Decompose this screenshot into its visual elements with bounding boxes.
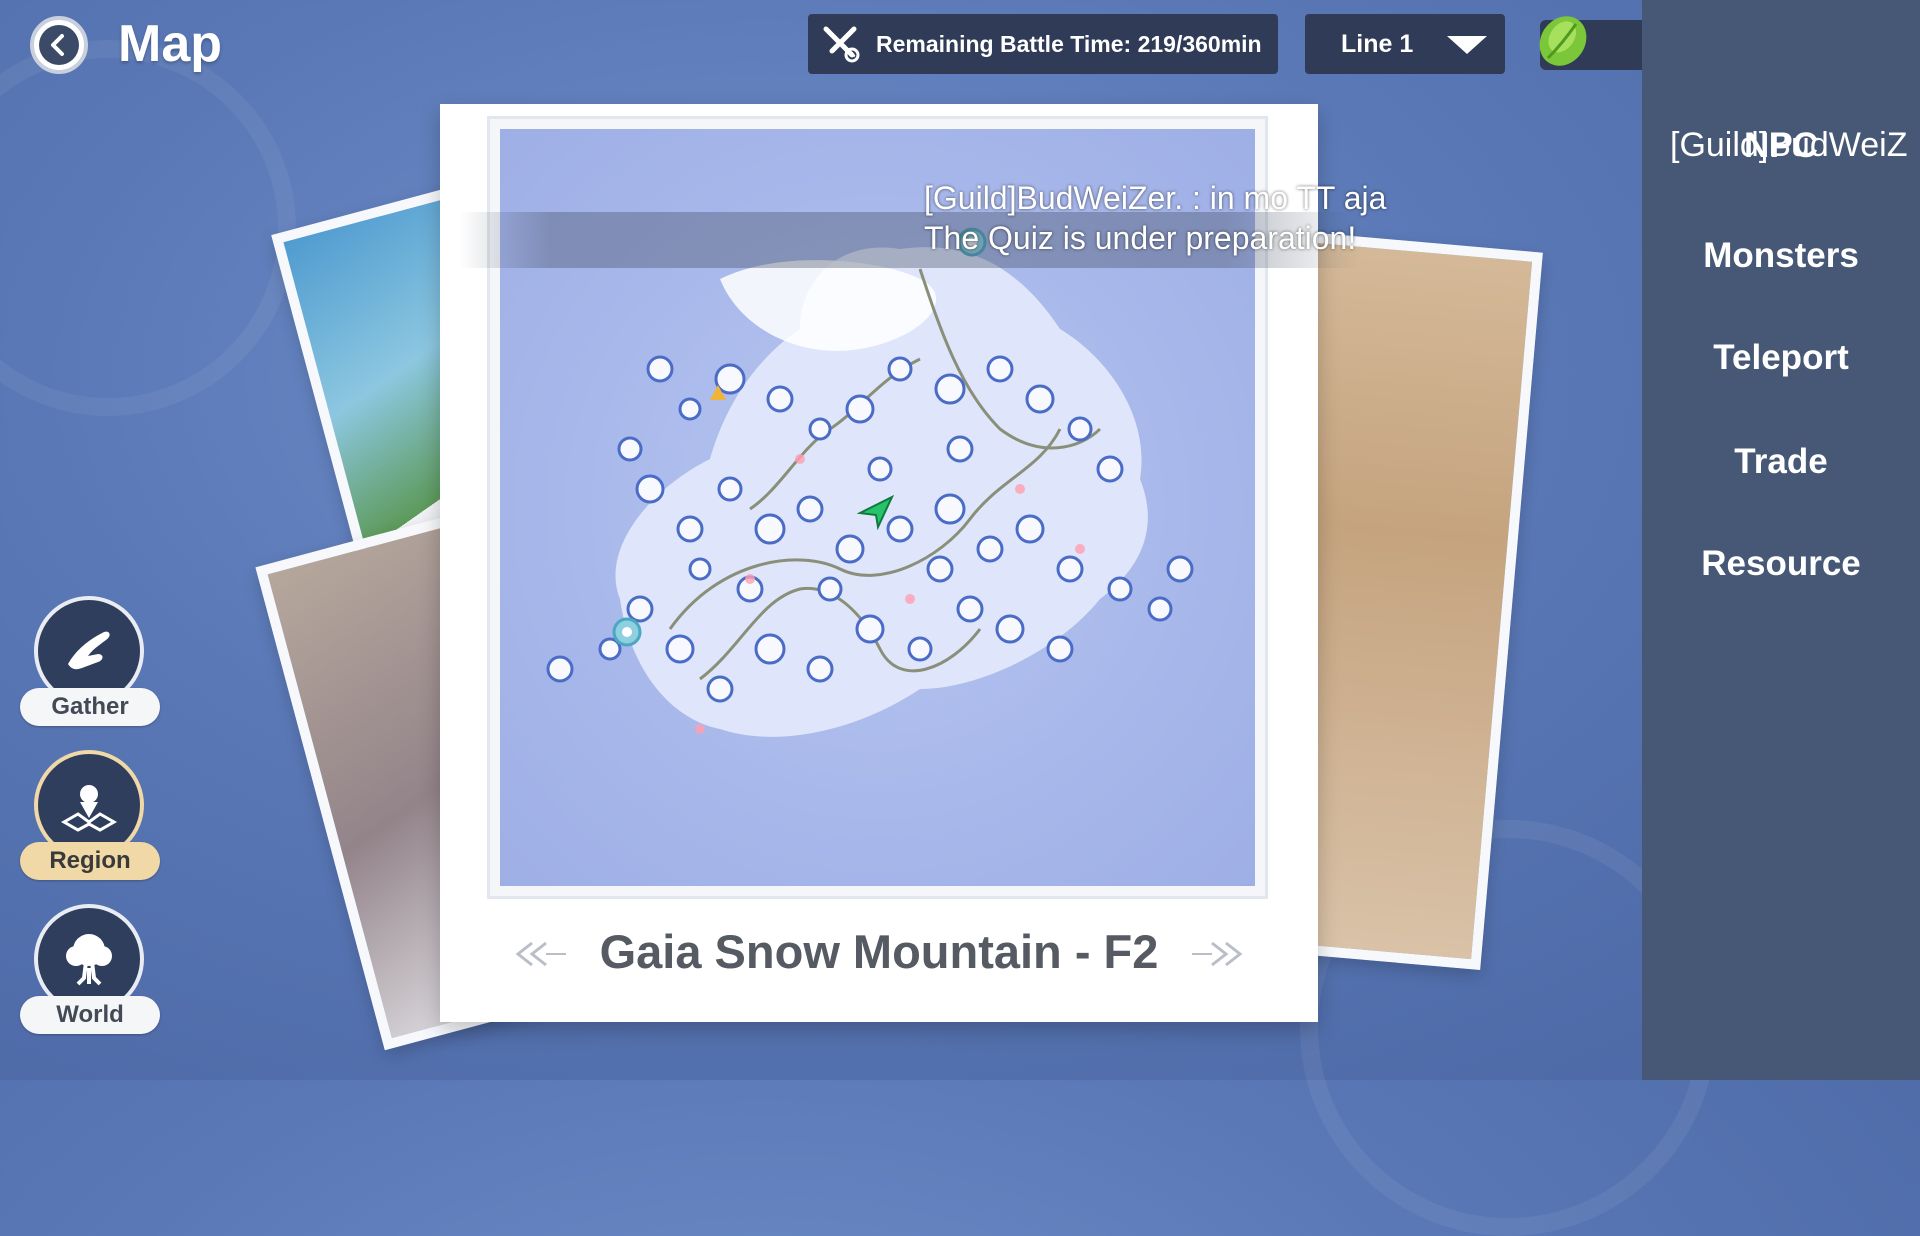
hand-gather-icon	[68, 631, 110, 670]
back-button[interactable]	[30, 16, 88, 74]
filter-resource[interactable]: Resource	[1642, 544, 1920, 584]
tree-icon	[66, 934, 112, 986]
quest-marker-icon[interactable]	[708, 383, 728, 403]
system-message: The Quiz is under preparation!	[924, 220, 1357, 256]
world-button[interactable]: World	[20, 904, 160, 1054]
leaf-currency-icon	[1539, 16, 1587, 66]
gather-button[interactable]: Gather	[20, 596, 160, 746]
next-floor-arrow-icon[interactable]	[1186, 939, 1246, 969]
filter-trade[interactable]: Trade	[1642, 442, 1920, 482]
region-label: Region	[20, 842, 160, 880]
filter-monsters[interactable]: Monsters	[1642, 236, 1920, 276]
filter-teleport[interactable]: Teleport	[1642, 338, 1920, 378]
back-arrow-icon	[51, 34, 64, 56]
chat-message: [Guild]BudWeiZer. : in mo TT aja	[924, 180, 1387, 216]
map-pin-icon	[60, 785, 118, 832]
battle-time-text: Remaining Battle Time: 219/360min	[876, 30, 1262, 57]
crossed-swords-icon	[823, 26, 860, 63]
battle-time-box: Remaining Battle Time: 219/360min	[808, 14, 1278, 74]
player-location-icon	[856, 494, 895, 531]
line-selector-label: Line 1	[1341, 29, 1414, 58]
chat-peek: [Guild]BudWeiZ	[1670, 126, 1908, 164]
teleport-marker-icon[interactable]	[610, 615, 644, 649]
background-swirl	[0, 40, 296, 416]
region-button[interactable]: Region	[20, 750, 160, 900]
gather-label: Gather	[20, 688, 160, 726]
line-selector-dropdown[interactable]: Line 1	[1305, 14, 1505, 74]
world-label: World	[20, 996, 160, 1034]
chevron-down-icon	[1447, 36, 1487, 54]
page-title: Map	[118, 15, 222, 73]
